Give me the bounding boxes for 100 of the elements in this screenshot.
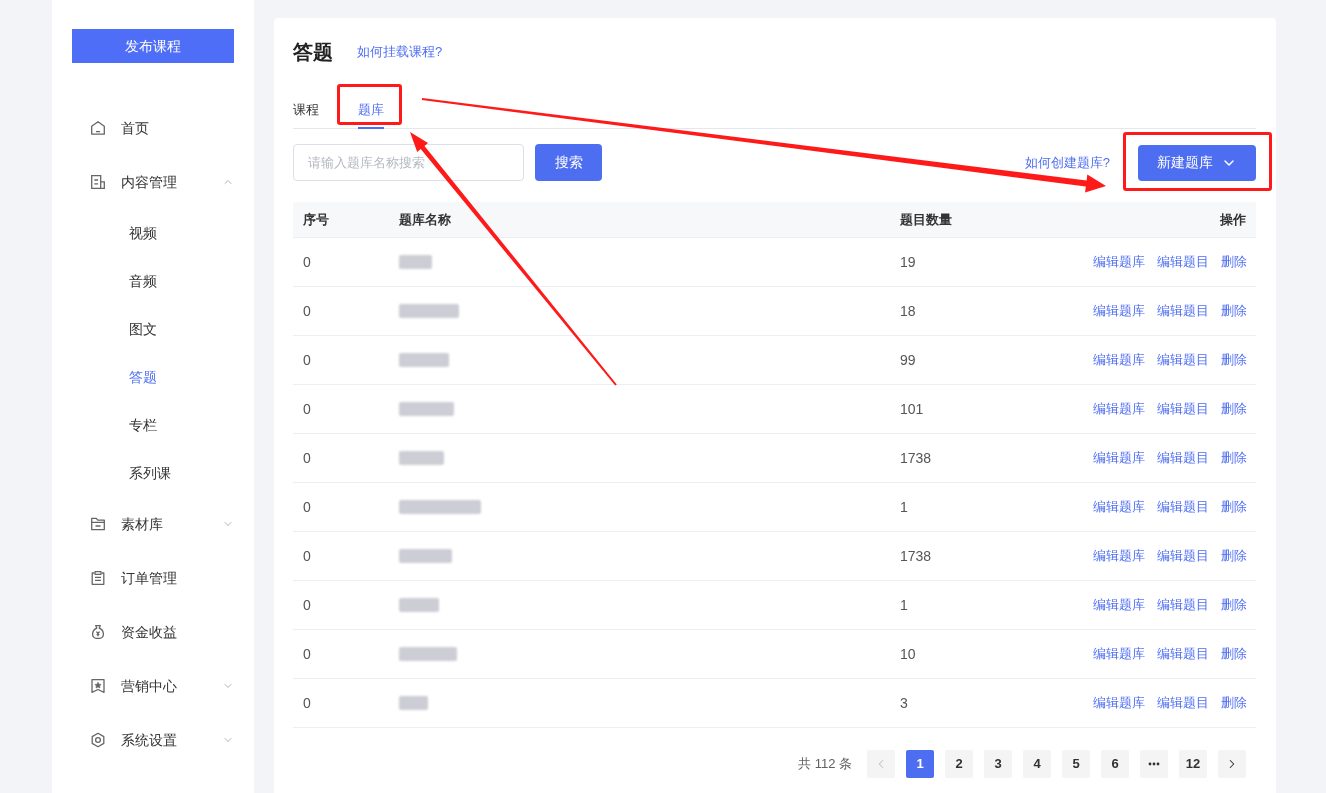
action-link[interactable]: 编辑题库 xyxy=(1093,546,1145,566)
table-cell: 0 xyxy=(303,596,311,613)
table-cell: 1738 xyxy=(900,449,932,466)
action-link[interactable]: 编辑题目 xyxy=(1157,301,1209,321)
action-link[interactable]: 编辑题库 xyxy=(1093,644,1145,664)
sidebar-item[interactable]: 内容管理 xyxy=(52,155,254,209)
table-cell: 0 xyxy=(303,645,311,662)
action-link[interactable]: 编辑题目 xyxy=(1157,448,1209,468)
action-link[interactable]: 编辑题库 xyxy=(1093,595,1145,615)
action-link[interactable]: 编辑题目 xyxy=(1157,497,1209,517)
page-button[interactable]: 5 xyxy=(1062,750,1090,778)
blurred-text-placeholder xyxy=(399,647,457,661)
table-cell: 0 xyxy=(303,253,311,270)
action-link[interactable]: 删除 xyxy=(1221,399,1247,419)
table-cell: 0 xyxy=(303,694,311,711)
help-link[interactable]: 如何挂载课程? xyxy=(357,42,443,62)
clipboard-icon xyxy=(90,570,106,586)
table-cell: 0 xyxy=(303,498,311,515)
blurred-text-placeholder xyxy=(399,304,459,318)
column-header: 题目数量 xyxy=(900,211,952,227)
action-link[interactable]: 删除 xyxy=(1221,448,1247,468)
next-page-button[interactable] xyxy=(1218,750,1246,778)
column-header: 操作 xyxy=(1220,210,1246,229)
folder-icon xyxy=(90,516,106,532)
bookmark-star-icon xyxy=(90,678,106,694)
table-cell: 18 xyxy=(900,302,916,319)
table-cell: 1 xyxy=(900,498,908,515)
action-link[interactable]: 编辑题目 xyxy=(1157,546,1209,566)
action-link[interactable]: 编辑题库 xyxy=(1093,301,1145,321)
page-button[interactable]: 12 xyxy=(1179,750,1207,778)
sidebar-item[interactable]: 营销中心 xyxy=(52,659,254,713)
settings-icon xyxy=(90,732,106,748)
sidebar-subitem[interactable]: 答题 xyxy=(52,353,254,401)
action-link[interactable]: 编辑题库 xyxy=(1093,448,1145,468)
blurred-text-placeholder xyxy=(399,451,444,465)
sidebar-subitem[interactable]: 音频 xyxy=(52,257,254,305)
table-cell: 1738 xyxy=(900,547,932,564)
action-link[interactable]: 编辑题目 xyxy=(1157,644,1209,664)
action-link[interactable]: 编辑题目 xyxy=(1157,595,1209,615)
blurred-text-placeholder xyxy=(399,549,452,563)
table-cell: 10 xyxy=(900,645,916,662)
page-button[interactable]: 4 xyxy=(1023,750,1051,778)
create-bank-button[interactable]: 新建题库 xyxy=(1138,144,1256,181)
action-link[interactable]: 删除 xyxy=(1221,350,1247,370)
sidebar-item[interactable]: 素材库 xyxy=(52,497,254,551)
tab[interactable]: 题库 xyxy=(358,100,384,129)
table-cell: 0 xyxy=(303,449,311,466)
sidebar-item[interactable]: 系统设置 xyxy=(52,713,254,767)
blurred-text-placeholder xyxy=(399,255,432,269)
search-button[interactable]: 搜索 xyxy=(535,144,602,181)
table-cell: 0 xyxy=(303,351,311,368)
action-link[interactable]: 删除 xyxy=(1221,497,1247,517)
page-button[interactable]: 2 xyxy=(945,750,973,778)
blurred-text-placeholder xyxy=(399,353,449,367)
sidebar-subitem[interactable]: 专栏 xyxy=(52,401,254,449)
action-link[interactable]: 编辑题目 xyxy=(1157,350,1209,370)
more-icon xyxy=(1148,762,1160,766)
action-link[interactable]: 编辑题库 xyxy=(1093,350,1145,370)
action-link[interactable]: 编辑题目 xyxy=(1157,252,1209,272)
action-link[interactable]: 删除 xyxy=(1221,595,1247,615)
table-cell: 0 xyxy=(303,302,311,319)
table-cell: 99 xyxy=(900,351,916,368)
help-link[interactable]: 如何创建题库? xyxy=(1024,152,1110,173)
action-link[interactable]: 编辑题目 xyxy=(1157,399,1209,419)
pagination-total: 共 112 条 xyxy=(798,755,852,774)
sidebar-subitem[interactable]: 视频 xyxy=(52,209,254,257)
action-link[interactable]: 删除 xyxy=(1221,301,1247,321)
action-link[interactable]: 编辑题库 xyxy=(1093,497,1145,517)
action-link[interactable]: 编辑题目 xyxy=(1157,693,1209,713)
tab[interactable]: 课程 xyxy=(293,100,319,129)
sidebar-item[interactable]: 订单管理 xyxy=(52,551,254,605)
more-pages-button[interactable] xyxy=(1140,750,1168,778)
column-header: 题库名称 xyxy=(399,211,451,227)
table-cell: 101 xyxy=(900,400,924,417)
page-button[interactable]: 1 xyxy=(906,750,934,778)
table-cell: 0 xyxy=(303,400,311,417)
table-cell: 1 xyxy=(900,596,908,613)
document-icon xyxy=(90,174,106,190)
publish-course-button[interactable]: 发布课程 xyxy=(72,29,234,63)
sidebar-subitem[interactable]: 系列课 xyxy=(52,449,254,497)
sidebar-item[interactable]: 资金收益 xyxy=(52,605,254,659)
sidebar-item[interactable]: 首页 xyxy=(52,101,254,155)
table-cell: 19 xyxy=(900,253,916,270)
home-icon xyxy=(90,120,106,136)
page-button[interactable]: 3 xyxy=(984,750,1012,778)
action-link[interactable]: 删除 xyxy=(1221,693,1247,713)
action-link[interactable]: 编辑题库 xyxy=(1093,693,1145,713)
action-link[interactable]: 删除 xyxy=(1221,644,1247,664)
money-bag-icon xyxy=(90,624,106,640)
sidebar-subitem[interactable]: 图文 xyxy=(52,305,254,353)
page-button[interactable]: 6 xyxy=(1101,750,1129,778)
blurred-text-placeholder xyxy=(399,696,428,710)
blurred-text-placeholder xyxy=(399,598,439,612)
action-link[interactable]: 编辑题库 xyxy=(1093,399,1145,419)
action-link[interactable]: 删除 xyxy=(1221,252,1247,272)
action-link[interactable]: 删除 xyxy=(1221,546,1247,566)
search-field[interactable]: 请输入题库名称搜索 xyxy=(293,144,524,181)
blurred-text-placeholder xyxy=(399,402,454,416)
column-header: 序号 xyxy=(303,211,329,227)
action-link[interactable]: 编辑题库 xyxy=(1093,252,1145,272)
